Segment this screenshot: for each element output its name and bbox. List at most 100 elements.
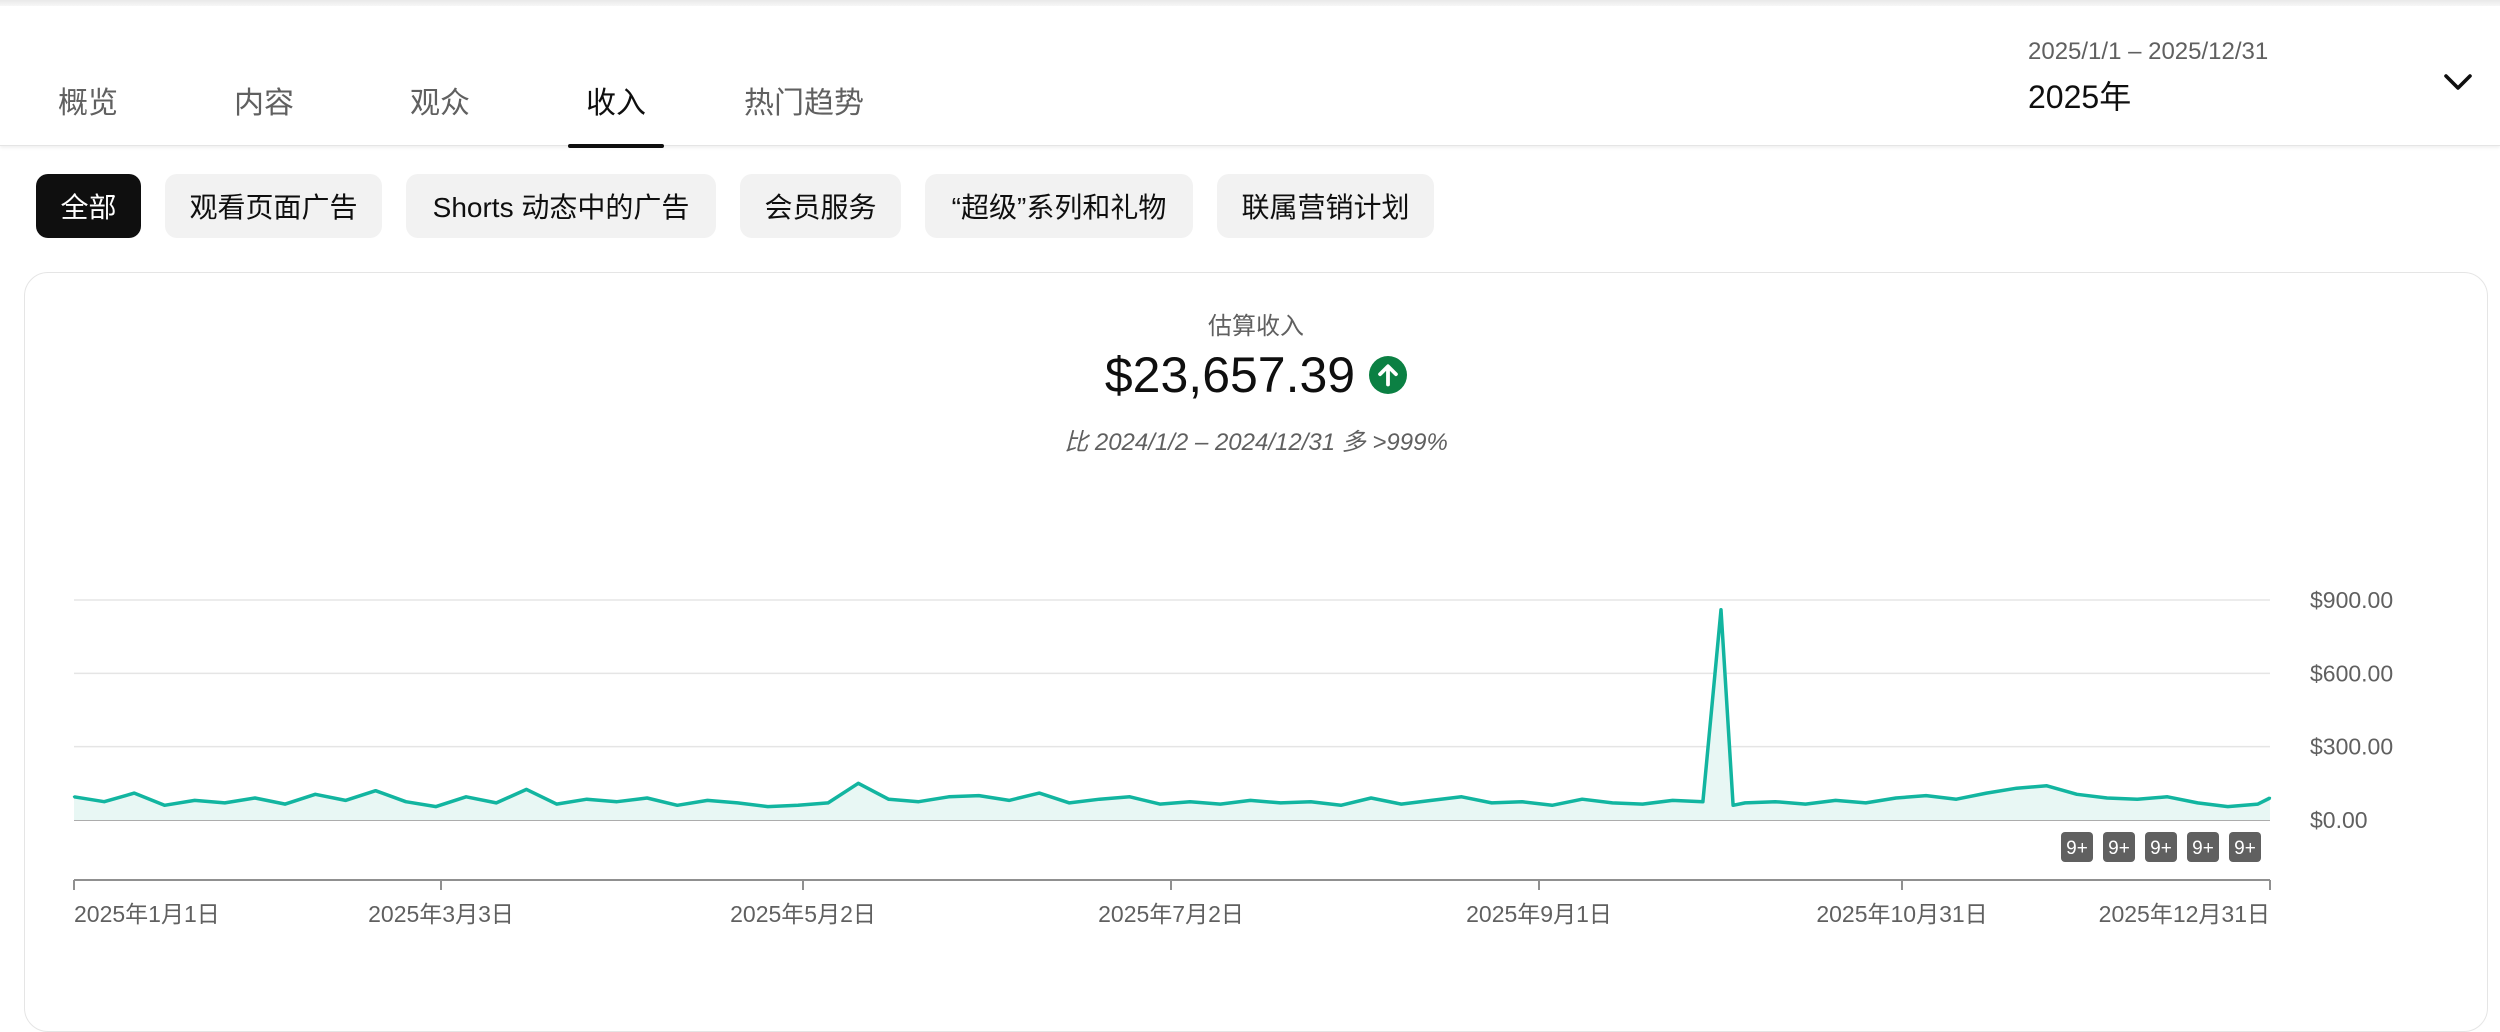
data-point <box>1007 799 1011 802</box>
data-point <box>555 802 558 806</box>
x-tick-label: 2025年9月1日 <box>1466 901 1612 927</box>
data-point <box>766 805 769 808</box>
data-point <box>72 795 76 798</box>
data-point <box>1249 799 1252 802</box>
data-point <box>1339 804 1343 807</box>
data-point <box>314 793 317 796</box>
data-point <box>1701 800 1705 803</box>
data-point <box>344 799 347 802</box>
data-point <box>1671 799 1674 802</box>
data-point <box>1460 795 1463 798</box>
data-point <box>1924 794 1928 797</box>
data-point <box>2226 805 2229 808</box>
chip-memberships[interactable]: 会员服务 <box>740 174 901 238</box>
data-point <box>1400 802 1403 806</box>
data-point <box>102 800 106 803</box>
data-point <box>2045 784 2048 787</box>
tab-audience[interactable]: 观众 <box>410 78 470 122</box>
data-point <box>1550 804 1554 807</box>
data-point <box>796 804 800 807</box>
data-point <box>917 800 920 803</box>
data-point <box>404 800 408 803</box>
data-point <box>223 801 227 805</box>
data-point <box>1955 798 1958 801</box>
chip-watch-page-ads[interactable]: 观看页面广告 <box>165 174 382 238</box>
data-point <box>434 805 438 808</box>
revenue-line <box>73 608 2271 809</box>
data-point <box>1219 802 1222 806</box>
data-point <box>615 800 619 803</box>
x-tick-label: 2025年7月2日 <box>1098 901 1244 927</box>
data-point <box>193 799 196 802</box>
data-point <box>1068 801 1071 805</box>
annotation-badge-label: 9+ <box>2108 838 2130 859</box>
y-tick-label: $600.00 <box>2310 660 2393 686</box>
metric-row: $23,657.39 <box>0 346 2500 404</box>
x-tick-label: 2025年3月3日 <box>368 901 514 927</box>
data-point <box>2166 795 2169 798</box>
revenue-area <box>74 609 2270 820</box>
data-point <box>1864 801 1867 805</box>
date-range-dates[interactable]: 2025/1/1 – 2025/12/31 <box>2028 38 2268 66</box>
chip-supers-and-gifts[interactable]: “超级”系列和礼物 <box>925 174 1193 238</box>
data-point <box>1279 801 1282 805</box>
tab-content[interactable]: 内容 <box>234 78 294 122</box>
data-point <box>1774 800 1777 803</box>
data-point <box>283 802 287 806</box>
chip-all[interactable]: 全部 <box>36 174 141 238</box>
data-point <box>2075 793 2079 796</box>
chip-shorts-feed-ads[interactable]: Shorts 动态中的广告 <box>406 174 716 238</box>
data-point <box>1985 791 1988 795</box>
data-point <box>525 788 528 791</box>
data-point <box>163 804 166 807</box>
chip-affiliate-program[interactable]: 联属营销计划 <box>1217 174 1434 238</box>
data-point <box>2136 798 2139 801</box>
y-tick-label: $900.00 <box>2310 587 2393 613</box>
tab-trending[interactable]: 热门趋势 <box>744 78 864 122</box>
x-tick-label: 2025年12月31日 <box>2099 901 2270 927</box>
data-point <box>826 801 830 805</box>
data-point <box>1430 799 1433 802</box>
data-point <box>1309 800 1312 803</box>
data-point <box>1128 795 1131 798</box>
data-point <box>1490 801 1493 805</box>
data-point <box>2196 801 2199 805</box>
data-point <box>1158 802 1162 806</box>
tab-overview[interactable]: 概览 <box>58 78 118 122</box>
x-tick-label: 2025年1月1日 <box>74 901 220 927</box>
data-point <box>2105 796 2109 800</box>
analytics-header: 概览 内容 观众 收入 热门趋势 2025/1/1 – 2025/12/31 2… <box>0 6 2500 148</box>
x-tick-label: 2025年10月31日 <box>1816 901 1987 927</box>
data-point <box>1188 800 1192 803</box>
active-tab-indicator <box>568 144 664 148</box>
data-point <box>977 794 981 797</box>
data-point <box>495 801 498 805</box>
data-point <box>947 795 950 798</box>
x-tick-label: 2025年5月2日 <box>730 901 876 927</box>
data-point <box>857 782 860 785</box>
tab-revenue[interactable]: 收入 <box>586 78 646 122</box>
data-point <box>645 796 649 800</box>
data-point <box>1894 796 1898 800</box>
data-point <box>1719 608 1723 611</box>
data-point <box>2256 802 2260 806</box>
data-point <box>2268 796 2272 800</box>
arrow-up-circle-icon <box>1369 356 1408 394</box>
date-range-label[interactable]: 2025年 <box>2028 72 2131 118</box>
data-point <box>253 796 257 800</box>
data-point <box>887 798 890 801</box>
data-point <box>706 799 709 802</box>
data-point <box>1834 799 1837 802</box>
data-point <box>1804 802 1807 806</box>
annotation-badge-label: 9+ <box>2066 838 2088 859</box>
data-point <box>1731 804 1735 807</box>
data-point <box>676 804 679 807</box>
data-point <box>374 789 377 792</box>
estimated-revenue-value: $23,657.39 <box>1104 347 1356 403</box>
chevron-down-icon[interactable] <box>2440 64 2476 100</box>
annotation-badge-label: 9+ <box>2150 838 2172 859</box>
comparison-text: 比 2024/1/2 – 2024/12/31 多 >999% <box>1064 429 1448 456</box>
data-point <box>1520 800 1524 803</box>
y-tick-label: $0.00 <box>2310 807 2368 833</box>
revenue-chart: $0.00 $300.00 $600.00 $900.00 2025年1月1日 2025年… <box>72 587 2393 927</box>
